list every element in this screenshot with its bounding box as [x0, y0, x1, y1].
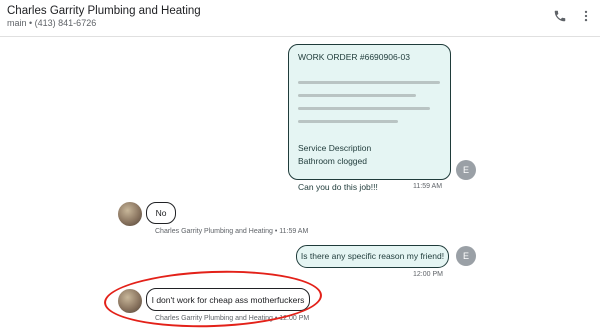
message-text: Is there any specific reason my friend! — [300, 251, 445, 261]
contact-avatar[interactable] — [118, 202, 142, 226]
more-vert-icon[interactable] — [578, 8, 594, 24]
redacted-line — [298, 77, 441, 90]
conversation-header: Charles Garrity Plumbing and Heating mai… — [0, 0, 600, 37]
contact-name: Charles Garrity Plumbing and Heating — [7, 5, 201, 17]
redacted-line — [298, 90, 441, 103]
redacted-line — [298, 103, 441, 116]
message-meta: Charles Garrity Plumbing and Heating • 1… — [155, 315, 310, 322]
message-time: 12:00 PM — [413, 271, 443, 278]
contact-avatar[interactable] — [118, 289, 142, 313]
incoming-message[interactable]: I don't work for cheap ass motherfuckers — [146, 288, 310, 311]
phone-icon[interactable] — [552, 8, 568, 24]
redacted-line — [298, 116, 441, 129]
message-text: I don't work for cheap ass motherfuckers — [151, 294, 305, 305]
work-order-message[interactable]: WORK ORDER #6690906-03 Service Descripti… — [288, 44, 451, 192]
message-text: No — [155, 208, 167, 218]
message-time: 11:59 AM — [413, 183, 443, 190]
message-meta: Charles Garrity Plumbing and Heating • 1… — [155, 228, 309, 235]
sender-avatar[interactable]: E — [456, 160, 476, 180]
work-order-number: WORK ORDER #6690906-03 — [298, 52, 410, 62]
service-label: Service Description — [298, 143, 372, 153]
contact-number: main • (413) 841-6726 — [7, 18, 97, 28]
service-value: Bathroom clogged — [298, 156, 367, 166]
incoming-message[interactable]: No — [146, 202, 176, 224]
outgoing-message[interactable]: Is there any specific reason my friend! — [296, 245, 449, 268]
sender-avatar[interactable]: E — [456, 246, 476, 266]
